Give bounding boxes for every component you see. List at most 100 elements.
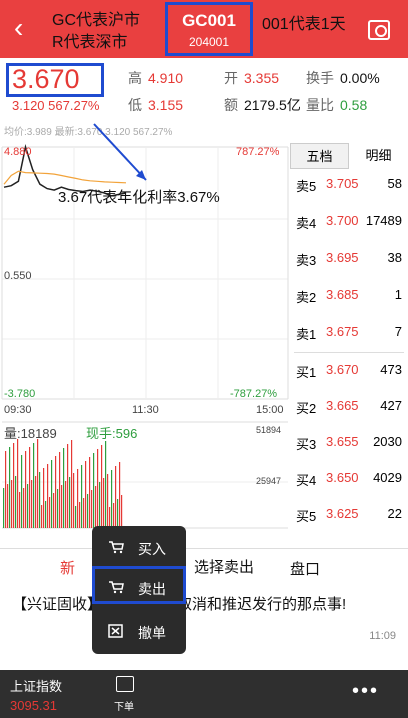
volume-bar [47,464,49,528]
volume-bar [25,451,27,528]
intraday-chart[interactable]: 均价:3.989 最新:3.670 3.120 567.27% 3.67代表年化… [0,120,290,530]
low-stat: 低 3.155 [128,95,183,115]
ask-label: 卖4 [296,216,317,231]
bid-row: 买4 3.650 4029 [290,470,408,490]
chevron-left-icon[interactable]: ‹ [14,14,23,42]
rate-annotation: 3.67代表年化利率3.67% [58,189,220,206]
high-label: 高 [128,70,142,86]
volume-bar [65,481,67,528]
volume-bar [43,468,45,528]
y-top-right: 787.27% [236,146,280,158]
tab-disk[interactable]: 盘口 [290,558,320,579]
ask-volume: 38 [387,250,402,265]
ask-row: 卖2 3.685 1 [290,287,408,307]
volume-bar [101,445,103,528]
volume-bar [17,439,19,528]
volume-bar [9,447,11,528]
news-time: 11:09 [369,630,396,642]
legend-shenzhen: R代表深市 [52,34,128,51]
volume-bar [83,498,85,528]
volume-bar [27,484,29,528]
change-value: 3.120 [12,98,45,113]
volume-label: 量:18189 [4,426,57,441]
order-label[interactable]: 下单 [114,698,134,713]
volume-bar [7,484,9,528]
ask-row: 卖3 3.695 38 [290,250,408,270]
volume-bar [113,503,115,528]
bid-volume: 4029 [373,470,402,485]
volume-bar [85,461,87,528]
bid-row: 买1 3.670 473 [290,362,408,382]
volume-bar [55,456,57,528]
bid-row: 买3 3.655 2030 [290,434,408,454]
bid-price: 3.625 [326,506,359,521]
more-dots-icon[interactable]: ••• [352,680,379,703]
bid-volume: 2030 [373,434,402,449]
low-label: 低 [128,97,142,113]
volume-bar [119,462,121,528]
volume-bar [103,478,105,528]
cancel-label: 撤单 [138,625,166,641]
volume-bar [121,495,123,528]
y-mid: 0.550 [4,270,32,282]
security-subcode: 204001 [188,35,230,49]
buy-label: 买入 [138,541,166,557]
tab-news[interactable]: 新 [60,557,75,578]
cancel-menu-item[interactable]: 撤单 [92,614,186,650]
ask-volume: 58 [387,176,402,191]
volume-bar [99,482,101,528]
bid-volume: 427 [380,398,402,413]
amount-stat: 额 2179.5亿 [224,95,301,115]
volume-axis-mid: 25947 [256,476,282,486]
volume-bar [35,476,37,528]
volume-bar [67,444,69,528]
code-note: 001代表1天 [262,16,346,33]
time-mid: 11:30 [132,404,159,416]
news-item[interactable]: 【兴证固收】研究：关于取消和推迟发行的那点事! 11:09 [0,586,408,652]
bid-row: 买5 3.625 22 [290,506,408,526]
bid-label: 买2 [296,401,317,416]
buy-menu-item[interactable]: 买入 [92,530,186,566]
volume-bar [59,452,61,528]
volume-bar [97,449,99,528]
chart-canvas [1,123,289,529]
volume-bar [13,443,15,528]
scan-search-icon[interactable] [368,20,390,40]
volume-bar [57,489,59,528]
volume-bar [23,488,25,528]
index-name[interactable]: 上证指数 [10,676,62,695]
volume-bar [117,499,119,528]
volume-bar [29,447,31,528]
order-icon[interactable] [116,676,134,692]
security-code: GC001 [182,11,236,30]
volume-bar [87,494,89,528]
security-code-box: GC001 204001 [165,2,253,56]
volume-bar [45,501,47,528]
ask-row: 卖4 3.700 17489 [290,213,408,233]
bid-volume: 473 [380,362,402,377]
volume-bar [75,506,77,528]
high-stat: 高 4.910 [128,68,183,88]
volume-bar [39,472,41,528]
volume-bar [19,492,21,528]
volume-bar [107,474,109,528]
last-price: 3.670 [12,64,80,94]
volume-bar [21,455,23,528]
open-label: 开 [224,70,238,86]
volume-bar [111,470,113,528]
sell-highlight-box [92,566,186,604]
volume-bar [89,457,91,528]
bid-row: 买2 3.665 427 [290,398,408,418]
volume-bar [15,476,17,528]
news-title[interactable]: 【兴证固收】研究：关于取消和推迟发行的那点事! [12,594,392,616]
volume-bar [61,485,63,528]
volume-bar [81,465,83,528]
volume-bar [53,493,55,528]
ask-row: 卖5 3.705 58 [290,176,408,196]
volume-bar [33,443,35,528]
amount-label: 额 [224,97,238,113]
legend-shanghai: GC代表沪市 [52,12,141,29]
ask-price: 3.705 [326,176,359,191]
ask-label: 卖2 [296,290,317,305]
volume-bar [11,480,13,528]
